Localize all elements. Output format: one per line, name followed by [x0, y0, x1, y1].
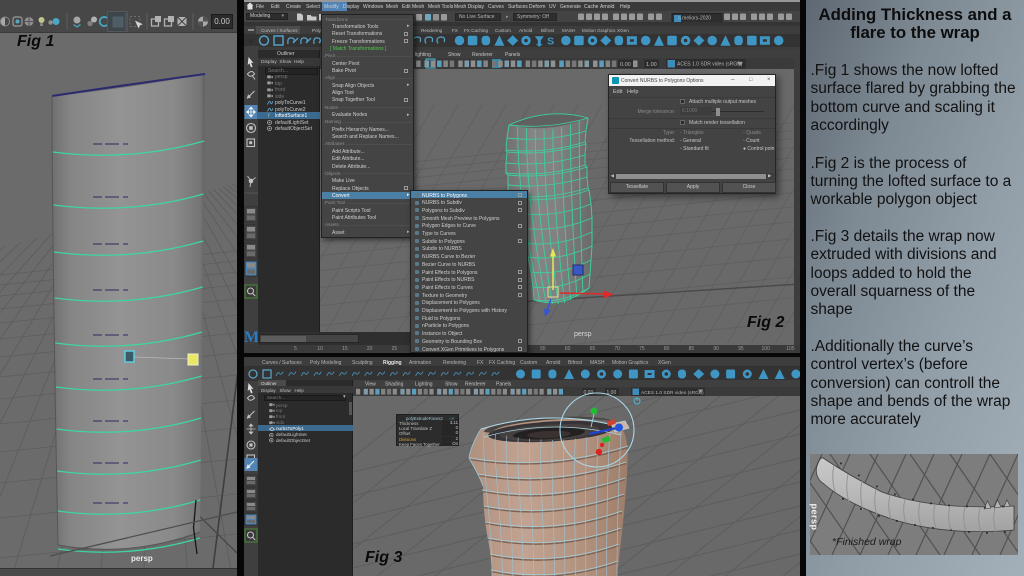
svg-text:persp: persp [574, 331, 592, 338]
svg-text:ACES 1.0 SDR video (sRGB): ACES 1.0 SDR video (sRGB) [677, 62, 743, 68]
svg-text:Lighting: Lighting [415, 381, 433, 387]
svg-text:lighting: lighting [415, 52, 431, 58]
svg-text:Renderer: Renderer [472, 52, 493, 58]
svg-text:Show: Show [445, 381, 458, 387]
svg-text:Renderer: Renderer [465, 381, 486, 387]
svg-text:Shading: Shading [385, 381, 404, 387]
svg-text:ACES 1.0 SDR video (sRGB): ACES 1.0 SDR video (sRGB) [641, 390, 704, 396]
svg-text:S: S [547, 35, 554, 47]
svg-text:1.00: 1.00 [646, 62, 657, 68]
svg-text:0.00: 0.00 [620, 62, 631, 68]
svg-text:Show: Show [448, 52, 461, 58]
svg-text:View: View [365, 381, 376, 387]
svg-text:Panels: Panels [505, 52, 521, 58]
svg-text:Panels: Panels [496, 381, 512, 387]
svg-text:a.meliors-2020: a.meliors-2020 [678, 16, 711, 22]
